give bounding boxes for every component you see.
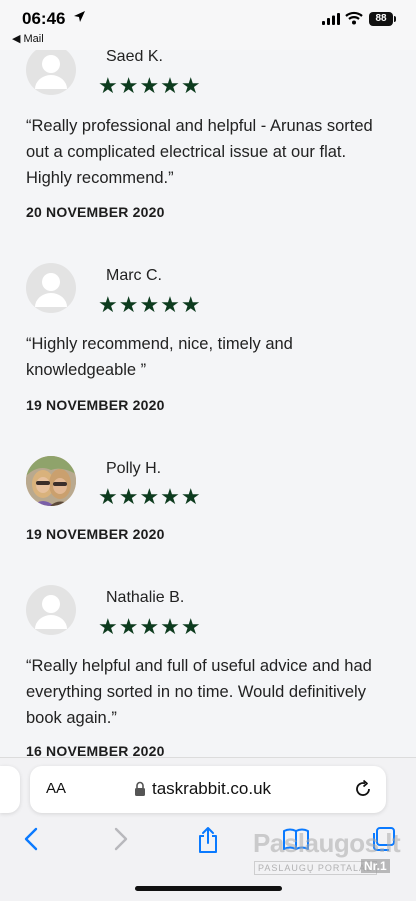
reviewer-photo-image [26, 456, 76, 506]
star-rating: ★★★★★ [98, 484, 202, 509]
home-indicator[interactable] [135, 886, 282, 891]
user-silhouette-icon [35, 55, 67, 89]
reviewer-name: Nathalie B. [106, 589, 185, 606]
avatar-placeholder [26, 45, 76, 95]
url-text[interactable]: taskrabbit.co.uk [152, 779, 271, 799]
reader-mode-button[interactable]: AA [46, 780, 66, 797]
watermark-logo: Paslaugos.lt PASLAUGŲ PORTALAS Nr.1 [253, 828, 401, 878]
back-app-label: Mail [23, 33, 44, 45]
reviewer-name: Marc C. [106, 267, 162, 284]
user-silhouette-icon [35, 595, 67, 629]
reviewer-photo [26, 456, 76, 506]
review-text: “Really professional and helpful - Aruna… [26, 117, 373, 187]
wifi-icon [345, 11, 363, 25]
forward-arrow-icon[interactable] [112, 826, 130, 852]
review-date: 19 NOVEMBER 2020 [26, 526, 165, 542]
battery-indicator: 88 [369, 12, 396, 26]
watermark-title: Paslaugos.lt [253, 828, 401, 858]
review-text: “Highly recommend, nice, timely and know… [26, 335, 293, 379]
status-bar: 06:46 ◀ Mail 88 [0, 0, 416, 50]
review-text: “Really helpful and full of useful advic… [26, 657, 372, 727]
reviews-list: Saed K. ★★★★★ “Really professional and h… [0, 0, 416, 760]
reviewer-name: Saed K. [106, 48, 163, 65]
back-arrow-icon[interactable] [22, 826, 40, 852]
avatar-placeholder [26, 585, 76, 635]
star-rating: ★★★★★ [98, 73, 202, 98]
status-time: 06:46 [22, 9, 66, 28]
address-bar[interactable]: AA taskrabbit.co.uk [30, 766, 386, 813]
review-date: 19 NOVEMBER 2020 [26, 397, 165, 413]
location-arrow-icon [74, 11, 85, 22]
star-rating: ★★★★★ [98, 614, 202, 639]
lock-icon [135, 781, 145, 796]
user-silhouette-icon [35, 273, 67, 307]
share-icon[interactable] [196, 826, 220, 854]
reload-icon[interactable] [352, 778, 374, 800]
avatar-placeholder [26, 263, 76, 313]
watermark-subtitle: PASLAUGŲ PORTALAS [254, 861, 378, 875]
previous-tab-peek[interactable] [0, 766, 20, 813]
watermark-badge: Nr.1 [361, 859, 390, 873]
reviewer-name: Polly H. [106, 460, 162, 477]
star-rating: ★★★★★ [98, 292, 202, 317]
back-to-app-link[interactable]: ◀ Mail [12, 32, 44, 45]
review-date: 20 NOVEMBER 2020 [26, 204, 165, 220]
cellular-signal-icon [322, 13, 340, 25]
